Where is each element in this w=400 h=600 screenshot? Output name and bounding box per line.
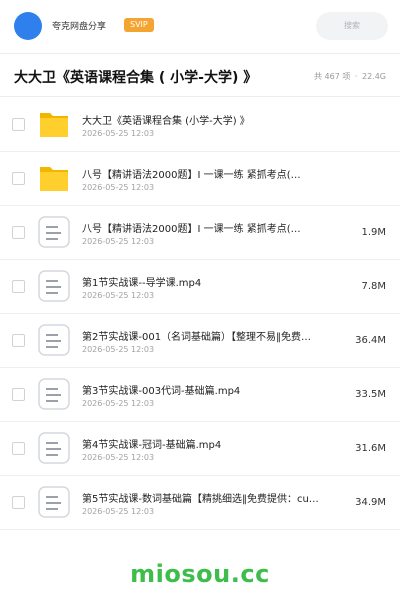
row-checkbox[interactable] bbox=[12, 442, 25, 455]
file-size: 31.6M bbox=[355, 443, 386, 454]
file-name: 第1节实战课--导学课.mp4 bbox=[82, 278, 202, 289]
row-checkbox[interactable] bbox=[12, 496, 25, 509]
row-checkbox[interactable] bbox=[12, 226, 25, 239]
svip-badge: SVIP bbox=[124, 18, 154, 32]
file-name: 大大卫《英语课程合集 (小学-大学) 》 bbox=[82, 116, 250, 127]
file-row[interactable]: 第3节实战课-003代词-基础篇.mp4 2026-05-25 12:03 33.5… bbox=[0, 368, 400, 422]
total-size: 22.4G bbox=[361, 72, 386, 81]
row-checkbox[interactable] bbox=[12, 388, 25, 401]
file-name: 第5节实战课-数词基础篇【精挑细选‖免费提供：cu… bbox=[82, 494, 319, 505]
file-date: 2026-05-25 12:03 bbox=[82, 237, 155, 246]
document-icon bbox=[38, 378, 70, 410]
folder-icon bbox=[38, 108, 70, 140]
document-icon bbox=[38, 270, 70, 302]
file-size: 34.9M bbox=[355, 497, 386, 508]
page-title: 大大卫《英语课程合集 ( 小学-大学) 》 bbox=[14, 70, 258, 86]
top-bar: 夸克网盘分享 SVIP 搜索 bbox=[0, 0, 400, 54]
file-date: 2026-05-25 12:03 bbox=[82, 291, 155, 300]
summary-separator: · bbox=[354, 72, 358, 81]
file-size: 1.9M bbox=[361, 227, 386, 238]
file-name: 第4节实战课-冠词-基础篇.mp4 bbox=[82, 440, 222, 451]
folder-summary: 共 467 项 · 22.4G bbox=[312, 71, 386, 82]
file-name: 八号【精讲语法2000题】I 一课一练 紧抓考点(… bbox=[82, 170, 301, 181]
file-name: 八号【精讲语法2000题】I 一课一练 紧抓考点(… bbox=[82, 224, 301, 235]
file-row[interactable]: 八号【精讲语法2000题】I 一课一练 紧抓考点(… 2026-05-25 12:… bbox=[0, 152, 400, 206]
row-checkbox[interactable] bbox=[12, 118, 25, 131]
file-date: 2026-05-25 12:03 bbox=[82, 399, 155, 408]
file-row[interactable]: 第1节实战课--导学课.mp4 2026-05-25 12:03 7.8M bbox=[0, 260, 400, 314]
file-date: 2026-05-25 12:03 bbox=[82, 129, 155, 138]
avatar[interactable] bbox=[14, 12, 42, 40]
file-row[interactable]: 第2节实战课-001（名词基础篇）【整理不易‖免费… 2026-05-25 12:… bbox=[0, 314, 400, 368]
file-row[interactable]: 第4节实战课-冠词-基础篇.mp4 2026-05-25 12:03 31.6M bbox=[0, 422, 400, 476]
document-icon bbox=[38, 216, 70, 248]
app-name: 夸克网盘分享 bbox=[52, 22, 107, 32]
file-date: 2026-05-25 12:03 bbox=[82, 183, 155, 192]
folder-icon bbox=[38, 162, 70, 194]
watermark: miosou.cc bbox=[130, 560, 270, 588]
row-checkbox[interactable] bbox=[12, 172, 25, 185]
document-icon bbox=[38, 486, 70, 518]
file-date: 2026-05-25 12:03 bbox=[82, 453, 155, 462]
search-input[interactable]: 搜索 bbox=[316, 12, 388, 40]
file-date: 2026-05-25 12:03 bbox=[82, 507, 155, 516]
file-name: 第2节实战课-001（名词基础篇）【整理不易‖免费… bbox=[82, 332, 312, 343]
file-name: 第3节实战课-003代词-基础篇.mp4 bbox=[82, 386, 241, 397]
document-icon bbox=[38, 324, 70, 356]
file-size: 7.8M bbox=[361, 281, 386, 292]
folder-header: 大大卫《英语课程合集 ( 小学-大学) 》 共 467 项 · 22.4G bbox=[0, 55, 400, 97]
file-row[interactable]: 大大卫《英语课程合集 (小学-大学) 》 2026-05-25 12:03 bbox=[0, 98, 400, 152]
row-checkbox[interactable] bbox=[12, 280, 25, 293]
document-icon bbox=[38, 432, 70, 464]
file-size: 36.4M bbox=[355, 335, 386, 346]
item-count: 共 467 项 bbox=[313, 72, 351, 81]
row-checkbox[interactable] bbox=[12, 334, 25, 347]
file-row[interactable]: 八号【精讲语法2000题】I 一课一练 紧抓考点(… 2026-05-25 12:… bbox=[0, 206, 400, 260]
file-date: 2026-05-25 12:03 bbox=[82, 345, 155, 354]
file-size: 33.5M bbox=[355, 389, 386, 400]
file-row[interactable]: 第5节实战课-数词基础篇【精挑细选‖免费提供：cu… 2026-05-25 12:… bbox=[0, 476, 400, 530]
